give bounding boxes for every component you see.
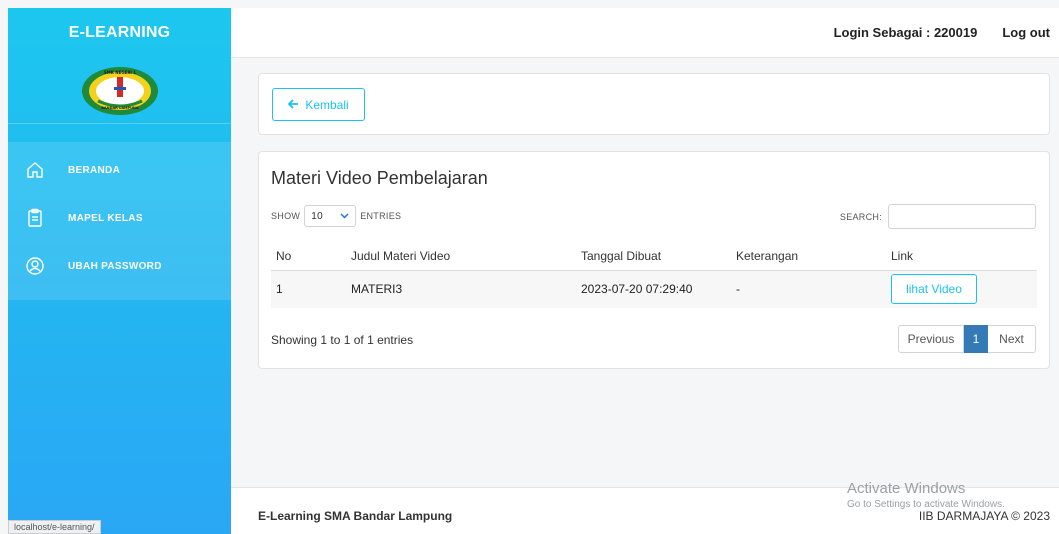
- pagination-previous-button[interactable]: Previous: [898, 325, 964, 353]
- search-input[interactable]: [888, 204, 1036, 229]
- sidebar-item-mapel-kelas[interactable]: MAPEL KELAS: [8, 194, 231, 242]
- sidebar-item-beranda[interactable]: BERANDA: [8, 146, 231, 194]
- column-header-link[interactable]: Link: [886, 242, 1037, 271]
- topbar: Login Sebagai : 220019 Log out: [231, 8, 1059, 58]
- back-card: Kembali: [258, 73, 1050, 135]
- sidebar-item-label: MAPEL KELAS: [68, 212, 143, 224]
- login-info: Login Sebagai : 220019: [833, 25, 978, 40]
- pagination: Previous 1 Next: [898, 325, 1036, 353]
- table-header-row: No Judul Materi Video Tanggal Dibuat Ket…: [271, 242, 1037, 271]
- svg-text:SMK NEGERI 1: SMK NEGERI 1: [103, 70, 135, 75]
- sidebar-item-label: BERANDA: [68, 164, 121, 176]
- page-size-control: SHOW 10 ENTRIES: [271, 205, 401, 227]
- back-button[interactable]: Kembali: [272, 88, 365, 121]
- windows-activation-watermark: Activate Windows Go to Settings to activ…: [847, 480, 1005, 510]
- search-control: SEARCH:: [840, 204, 1036, 229]
- chevron-down-icon: [340, 211, 349, 222]
- watermark-subtitle: Go to Settings to activate Windows.: [847, 499, 1005, 510]
- pagination-page-1[interactable]: 1: [964, 325, 988, 353]
- footer-school-name: E-Learning SMA Bandar Lampung: [258, 509, 453, 523]
- entries-info: Showing 1 to 1 of 1 entries: [271, 333, 414, 347]
- browser-status-url: localhost/e-learning/: [8, 520, 101, 534]
- materi-table: No Judul Materi Video Tanggal Dibuat Ket…: [271, 242, 1037, 308]
- page-title: Materi Video Pembelajaran: [271, 168, 488, 188]
- page-size-select[interactable]: 10: [304, 205, 357, 227]
- cell-link: lihat Video: [886, 270, 1037, 308]
- logout-link[interactable]: Log out: [1002, 25, 1050, 40]
- cell-judul: MATERI3: [346, 270, 576, 308]
- column-header-judul[interactable]: Judul Materi Video: [346, 242, 576, 271]
- lihat-video-button[interactable]: lihat Video: [891, 274, 977, 305]
- brand-title[interactable]: E-LEARNING: [8, 8, 231, 58]
- cell-tanggal: 2023-07-20 07:29:40: [576, 270, 731, 308]
- show-label: SHOW: [271, 211, 301, 221]
- column-header-tanggal[interactable]: Tanggal Dibuat: [576, 242, 731, 271]
- back-button-label: Kembali: [305, 97, 349, 112]
- column-header-keterangan[interactable]: Keterangan: [731, 242, 886, 271]
- search-label: SEARCH:: [839, 211, 882, 222]
- pagination-next-button[interactable]: Next: [988, 325, 1036, 353]
- watermark-title: Activate Windows: [847, 480, 966, 497]
- cell-no: 1: [271, 270, 346, 308]
- column-header-no[interactable]: No: [271, 242, 346, 271]
- page-size-value: 10: [311, 210, 323, 222]
- arrow-left-icon: [288, 98, 299, 112]
- school-logo-area: SMK NEGERI 1 BANDAR LAMPUNG: [8, 58, 231, 124]
- materi-card: Materi Video Pembelajaran SHOW 10 ENTRIE…: [258, 151, 1050, 369]
- school-logo: SMK NEGERI 1 BANDAR LAMPUNG: [81, 66, 158, 115]
- cell-keterangan: -: [731, 270, 886, 308]
- sidebar-item-label: UBAH PASSWORD: [68, 260, 162, 272]
- sidebar-item-ubah-password[interactable]: UBAH PASSWORD: [8, 242, 231, 290]
- home-icon: [24, 159, 46, 181]
- user-circle-icon: [24, 255, 46, 277]
- sidebar: E-LEARNING SMK NEGERI 1 BANDAR LAMPUNG B…: [8, 8, 231, 534]
- clipboard-icon: [24, 207, 46, 229]
- sidebar-menu: BERANDA MAPEL KELAS UBAH PASSWORD: [8, 142, 231, 300]
- table-row: 1 MATERI3 2023-07-20 07:29:40 - lihat Vi…: [271, 270, 1037, 308]
- svg-text:BANDAR LAMPUNG: BANDAR LAMPUNG: [101, 106, 139, 110]
- entries-label: ENTRIES: [360, 211, 402, 221]
- footer-copyright: IIB DARMAJAYA © 2023: [918, 509, 1050, 523]
